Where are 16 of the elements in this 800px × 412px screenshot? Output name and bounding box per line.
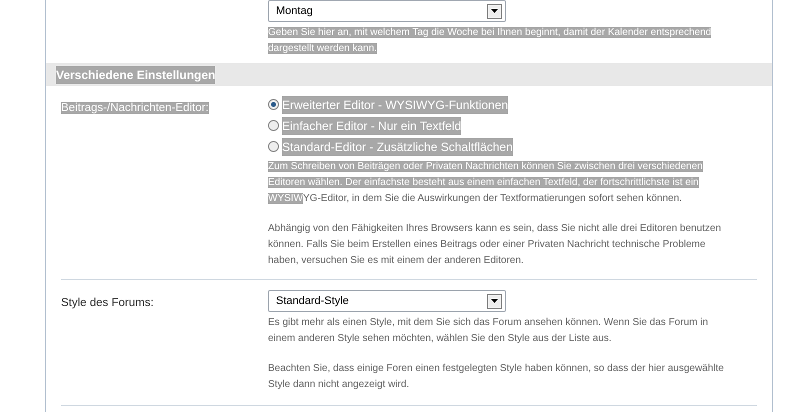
field-label: Style des Forums:	[61, 297, 154, 309]
radio-button[interactable]	[268, 141, 279, 152]
radio-button[interactable]	[268, 120, 279, 131]
radio-button[interactable]	[268, 99, 279, 110]
dropdown-select[interactable]: Standard-Style	[268, 290, 506, 312]
help-text: Zum Schreiben von Beiträgen oder Privaten Nachrichten können Sie zwischen drei verschiedenen Editoren wählen. Der einfachste besteht aus einem einfachen Textfeld, der fortschrittlichste ist ein WYSIWYG-Editor, in dem Sie die Auswirkungen der Textformatierungen sofort sehen können.	[268, 160, 704, 206]
help-text: Beachten Sie, dass einige Foren einen festgelegten Style haben können, so dass der hier ausgewählte Style dann nicht angezeigt wird.	[268, 362, 725, 392]
radio-option[interactable]: Erweiterter Editor - WYSIWYG-Funktionen	[268, 94, 738, 115]
radio-option[interactable]: Standard-Editor - Zusätzliche Schaltflächen	[268, 136, 738, 157]
radio-option[interactable]: Einfacher Editor - Nur ein Textfeld	[268, 115, 738, 136]
dropdown-select[interactable]: Montag	[268, 0, 506, 22]
field-label: Beitrags-/Nachrichten-Editor:	[61, 102, 209, 114]
section-title: Verschiedene Einstellungen	[56, 66, 216, 84]
help-text: Es gibt mehr als einen Style, mit dem Sie sich das Forum ansehen können. Wenn Sie das Forum in einem anderen Style sehen möchten, wählen Sie den Style aus der Liste aus.	[268, 316, 710, 346]
help-text: Abhängig von den Fähigkeiten Ihres Browsers kann es sein, dass Sie nicht alle drei Editoren benutzen können. Falls Sie beim Erstellen eines Beitrags oder einer Privaten Nachricht technische Probleme haben, versuchen Sie es mit einem der anderen Editoren.	[268, 222, 722, 268]
help-text: Geben Sie hier an, mit welchem Tag die Woche bei Ihnen beginnt, damit der Kalender entsprechend dargestellt werden kann.	[268, 26, 712, 56]
